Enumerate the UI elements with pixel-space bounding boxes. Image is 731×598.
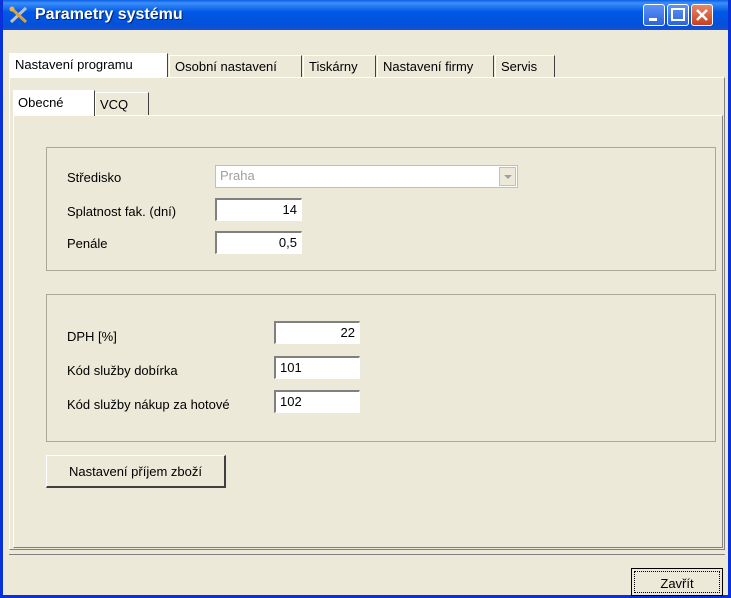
close-button[interactable]: Zavřít [631,568,723,596]
maximize-button[interactable] [667,4,689,26]
penale-label: Penále [67,236,108,251]
nakup-label: Kód služby nákup za hotové [67,397,230,412]
window: Parametry systému Nastavení programu Oso… [0,0,731,598]
dobirka-input[interactable]: 101 [274,356,360,379]
maximize-icon [671,8,685,21]
chevron-down-icon[interactable] [499,167,516,186]
nakup-input[interactable]: 102 [274,390,360,413]
dph-label: DPH [%] [67,329,117,344]
tab-nastaveni-programu[interactable]: Nastavení programu [9,53,168,77]
dobirka-label: Kód služby dobírka [67,363,178,378]
dph-input[interactable]: 22 [274,321,360,344]
close-button-label: Zavřít [634,571,720,593]
splatnost-label: Splatnost fak. (dní) [67,204,177,219]
minimize-button[interactable] [643,4,665,26]
tab-label: Tiskárny [309,59,358,74]
close-icon [696,9,708,21]
tools-icon [9,6,28,24]
window-title: Parametry systému [35,6,183,23]
title-bar[interactable]: Parametry systému [3,0,728,30]
subtab-label: Obecné [18,95,64,110]
splatnost-input[interactable]: 14 [215,198,302,221]
close-window-button[interactable] [691,4,713,26]
footer-bar [9,554,725,592]
subtab-obecne[interactable]: Obecné [13,90,95,116]
tab-osobni-nastaveni[interactable]: Osobní nastavení [169,55,302,77]
subtab-vcq[interactable]: VCQ [95,92,149,116]
penale-input[interactable]: 0,5 [215,231,302,254]
tab-label: Servis [501,59,538,74]
prijem-zbozi-button[interactable]: Nastavení příjem zboží [46,455,226,488]
stredisko-select[interactable]: Praha [215,165,518,188]
tab-label: Osobní nastavení [175,59,277,74]
tab-label: Nastavení firmy [383,59,474,74]
minimize-icon [649,18,657,21]
tab-servis[interactable]: Servis [495,55,555,77]
tab-label: Nastavení programu [15,57,133,72]
stredisko-value: Praha [220,168,255,183]
tab-nastaveni-firmy[interactable]: Nastavení firmy [377,55,494,77]
subtab-label: VCQ [100,97,129,112]
stredisko-label: Středisko [67,170,122,185]
tab-tiskarny[interactable]: Tiskárny [303,55,376,77]
